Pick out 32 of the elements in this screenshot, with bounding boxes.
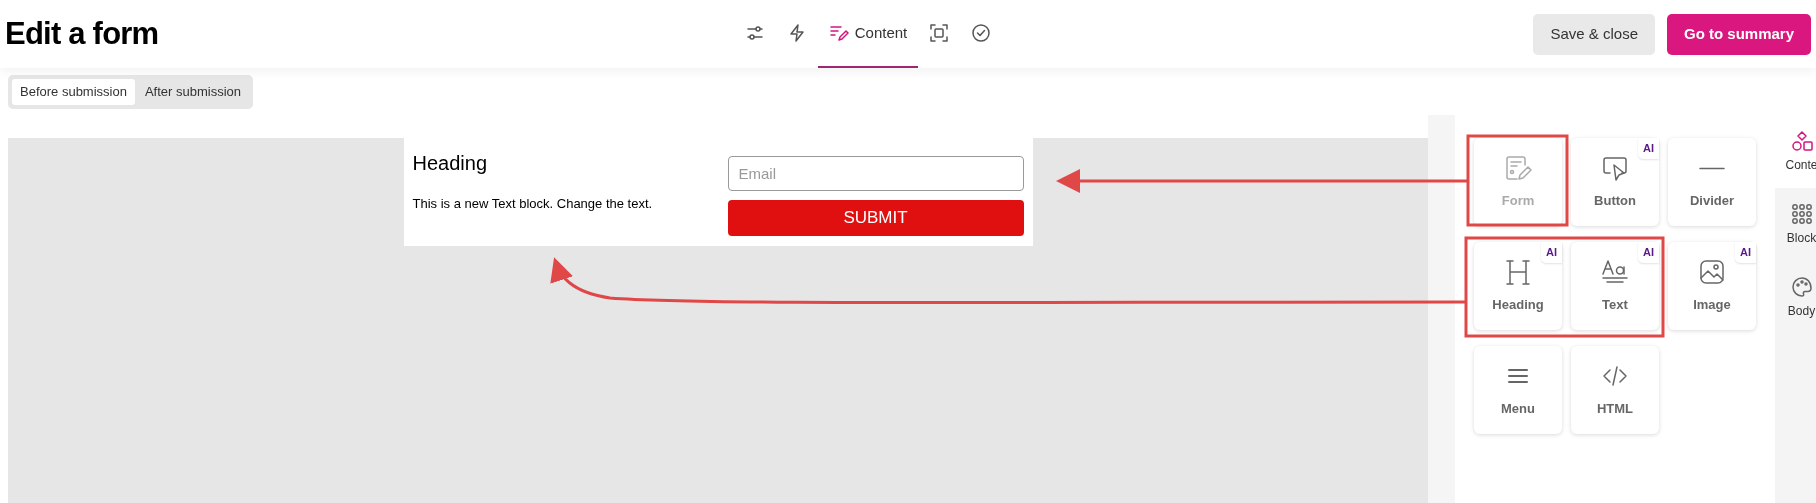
block-tile[interactable]: Image AI [1668,242,1756,330]
submit-button[interactable]: SUBMIT [727,200,1024,236]
sliders-icon [744,23,765,43]
form-heading: Heading [412,151,488,176]
form-text: This is a new Text block. Change the text. [412,195,654,213]
form-edit-icon [828,23,849,43]
shapes-icon [1790,129,1813,152]
check-circle-icon [971,23,992,43]
block-tile[interactable]: Button AI [1571,138,1659,226]
frame-icon [929,23,950,43]
block-tile[interactable]: Text AI [1571,242,1659,330]
side-tab[interactable]: Body [1775,261,1816,334]
grid-dots-icon [1790,202,1813,225]
block-tile[interactable]: Heading AI [1474,242,1562,330]
side-tab[interactable]: Block [1775,188,1816,261]
summary-button[interactable]: Go to summary [1666,13,1811,55]
palette-icon [1790,275,1813,298]
block-tile[interactable]: Divider [1668,138,1756,226]
ai-badge: AI [1638,242,1659,263]
letter-h-icon [1503,257,1533,288]
toolbar-tab[interactable]: Content [817,0,919,68]
block-tile[interactable]: Menu [1474,346,1562,434]
toggle-option[interactable]: Before submission [12,78,135,105]
ai-badge: AI [1735,242,1756,263]
page-title: Edit a form [5,14,159,53]
block-tile[interactable]: HTML [1571,346,1659,434]
ai-badge: AI [1638,138,1659,159]
toggle-option[interactable]: After submission [136,78,250,105]
save-close-button[interactable]: Save & close [1533,13,1655,55]
ai-badge: AI [1541,242,1562,263]
email-field[interactable]: Email [727,156,1024,191]
horizontal-line-icon [1699,166,1725,170]
